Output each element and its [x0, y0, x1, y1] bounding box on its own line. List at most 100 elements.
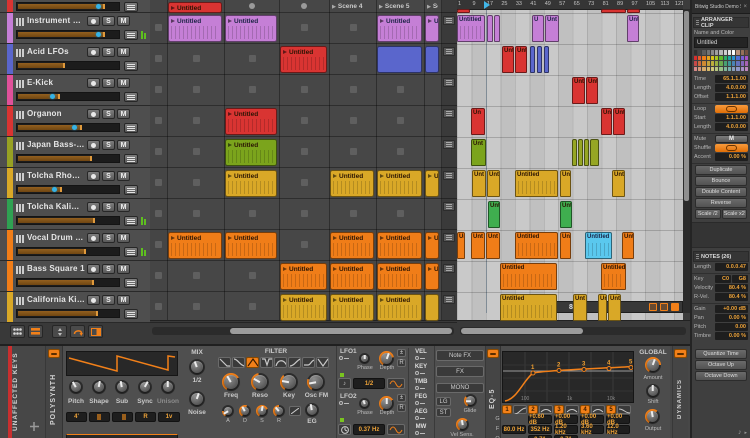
clip-slot[interactable]	[349, 148, 357, 155]
track-header[interactable]: E-Kick S M	[0, 75, 150, 106]
pencil-icon[interactable]	[660, 303, 668, 311]
color-swatch[interactable]	[719, 61, 723, 66]
dual-panel-icon[interactable]	[88, 325, 103, 338]
arranger-clip[interactable]: Untitled	[585, 232, 612, 259]
mod-route-icon[interactable]	[415, 416, 427, 420]
arranger-clip[interactable]: Unt	[573, 294, 587, 321]
arranger-clip[interactable]: Unt	[612, 170, 625, 197]
launcher-clip[interactable]: Unt	[425, 170, 439, 197]
track-launcher-menu-button[interactable]	[443, 109, 455, 118]
record-arm-button[interactable]	[87, 47, 100, 57]
release-knob[interactable]	[273, 405, 285, 417]
volume-slider[interactable]	[16, 278, 120, 287]
double-content-button[interactable]: Double Content	[695, 187, 747, 197]
track-menu-button[interactable]	[124, 154, 138, 164]
notes-header[interactable]: NOTES (26)	[693, 251, 749, 262]
clip-slot[interactable]	[397, 210, 404, 217]
color-swatch[interactable]	[719, 66, 723, 71]
arranger-clip[interactable]: Ur	[598, 294, 607, 321]
scale-double-button[interactable]: Scale x2	[721, 209, 747, 219]
arranger-clip[interactable]: Unt	[560, 170, 571, 197]
mod-source-key[interactable]: KEY	[409, 363, 433, 378]
arranger-clip-header[interactable]: ARRANGER CLIP	[693, 17, 749, 29]
eg-knob[interactable]	[305, 403, 319, 417]
pitch-value[interactable]: 0.00	[715, 323, 748, 331]
color-swatch[interactable]	[698, 50, 702, 55]
key-knob[interactable]	[280, 373, 298, 391]
track-header[interactable]: Japan Bass-… S M	[0, 137, 150, 168]
color-swatch[interactable]	[723, 50, 727, 55]
arranger-timeline[interactable]	[457, 0, 683, 320]
mod-route-icon[interactable]	[339, 356, 351, 360]
solo-button[interactable]: S	[102, 140, 115, 150]
device-enable-button[interactable]	[487, 349, 499, 358]
clip-slot[interactable]	[301, 86, 308, 93]
filter-type-lowpass-24-icon[interactable]	[218, 357, 231, 368]
volume-slider[interactable]	[16, 309, 120, 318]
clip-stop-button[interactable]	[155, 24, 162, 31]
launcher-clip[interactable]: Untitled	[225, 232, 277, 259]
color-swatch[interactable]	[702, 66, 706, 71]
record-arm-button[interactable]	[87, 140, 100, 150]
arranger-clip[interactable]	[590, 139, 599, 166]
color-swatch[interactable]	[702, 55, 706, 60]
color-swatch[interactable]	[732, 55, 736, 60]
start-value[interactable]: 1.1.1.00	[715, 114, 748, 122]
mono-button[interactable]: MONO	[436, 383, 484, 393]
volume-slider[interactable]	[16, 247, 120, 256]
lfo1-shape-button[interactable]	[387, 378, 405, 389]
arranger-clip[interactable]	[584, 139, 589, 166]
pitch-value[interactable]: 4'	[66, 412, 87, 422]
color-swatch[interactable]	[744, 55, 748, 60]
color-swatch[interactable]	[710, 66, 715, 71]
color-swatch[interactable]	[732, 61, 736, 66]
volume-slider[interactable]	[16, 61, 120, 70]
glide-knob[interactable]	[464, 394, 477, 407]
color-swatch[interactable]	[732, 66, 736, 71]
color-swatch[interactable]	[710, 55, 715, 60]
sync-value[interactable]: R	[135, 412, 156, 422]
clip-slot[interactable]	[397, 117, 404, 124]
arranger-clip[interactable]: Unt	[502, 46, 514, 73]
magnet-icon[interactable]	[649, 303, 657, 311]
launcher-clip[interactable]: Untitled	[225, 15, 277, 42]
launcher-clip[interactable]	[377, 46, 422, 73]
mod-route-icon[interactable]	[415, 431, 427, 435]
clip-slot[interactable]	[192, 148, 200, 155]
clip-stop-button[interactable]	[155, 210, 162, 217]
record-arm-button[interactable]	[87, 109, 100, 119]
launcher-clip[interactable]: Untitled	[168, 15, 222, 42]
shape-slider[interactable]	[89, 412, 110, 422]
notes-length-value[interactable]: 0.0.0.47	[715, 263, 748, 271]
shuffle-toggle[interactable]	[715, 144, 748, 152]
mute-button[interactable]: M	[715, 135, 748, 143]
arranger-clip[interactable]	[537, 46, 542, 73]
arranger-clip[interactable]	[530, 46, 535, 73]
track-header[interactable]: California Ki… S M	[0, 292, 150, 323]
track-menu-button[interactable]	[124, 216, 138, 226]
color-swatch[interactable]	[744, 66, 748, 71]
color-swatch[interactable]	[715, 61, 719, 66]
mod-source-mw[interactable]: MW	[409, 423, 433, 438]
clip-slot[interactable]	[248, 210, 256, 217]
volume-slider[interactable]	[16, 2, 120, 11]
mod-route-icon[interactable]	[415, 401, 427, 405]
device-enable-button[interactable]	[48, 349, 60, 358]
launcher-clip[interactable]: Untitled	[377, 294, 422, 321]
scale-half-button[interactable]: Scale /2	[695, 209, 721, 219]
clip-name-input[interactable]: Untitled	[694, 37, 748, 48]
track-header[interactable]: Acid LFOs S M	[0, 44, 150, 75]
arrange-view-icon[interactable]	[28, 325, 43, 338]
arranger-clip[interactable]: Unt	[471, 232, 485, 259]
lfo2-shape-button[interactable]	[387, 424, 405, 435]
track-menu-button[interactable]	[124, 92, 138, 102]
mute-button[interactable]: M	[117, 295, 130, 305]
mod-route-icon[interactable]	[415, 371, 427, 375]
amount-knob[interactable]	[645, 357, 661, 373]
mute-button[interactable]: M	[117, 264, 130, 274]
eq-value[interactable]: 1.20 kHz	[554, 424, 578, 436]
arranger-clip[interactable]: Un	[471, 108, 485, 135]
reverse-button[interactable]: Reverse	[695, 198, 747, 208]
arranger-clip[interactable]	[487, 15, 493, 42]
clip-stop-button[interactable]	[155, 86, 162, 93]
